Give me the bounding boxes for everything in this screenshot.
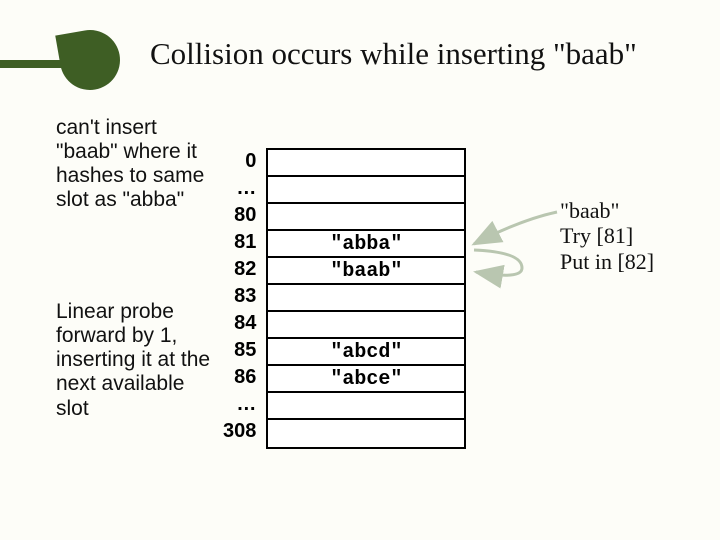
idx: 82 xyxy=(234,256,256,283)
step-try: Try [81] xyxy=(560,223,710,248)
index-column: 0 … 80 81 82 83 84 85 86 … 308 xyxy=(223,148,266,449)
table-row xyxy=(268,177,464,204)
idx: 0 xyxy=(245,148,256,175)
table-row xyxy=(268,393,464,420)
hash-table-diagram: 0 … 80 81 82 83 84 85 86 … 308 "abba" "b… xyxy=(223,148,466,449)
table-row xyxy=(268,204,464,231)
note-linear-probe: Linear probe forward by 1, inserting it … xyxy=(56,300,216,421)
insertion-steps: "baab" Try [81] Put in [82] xyxy=(560,198,710,274)
idx: 84 xyxy=(234,310,256,337)
slide-title: Collision occurs while inserting "baab" xyxy=(150,36,637,72)
table-row xyxy=(268,312,464,339)
idx: 86 xyxy=(234,364,256,391)
idx: 80 xyxy=(234,202,256,229)
idx: … xyxy=(236,391,256,418)
arrow-icon xyxy=(474,212,557,244)
table-row xyxy=(268,420,464,447)
table-row: "abce" xyxy=(268,366,464,393)
idx: 83 xyxy=(234,283,256,310)
idx: 308 xyxy=(223,418,256,445)
table-row: "abba" xyxy=(268,231,464,258)
table-row: "baab" xyxy=(268,258,464,285)
idx: 85 xyxy=(234,337,256,364)
arrow-icon xyxy=(474,250,522,275)
step-key: "baab" xyxy=(560,198,710,223)
accent-leaf xyxy=(55,25,125,95)
idx: … xyxy=(236,175,256,202)
table-row xyxy=(268,150,464,177)
value-column: "abba" "baab" "abcd" "abce" xyxy=(266,148,466,449)
table-row: "abcd" xyxy=(268,339,464,366)
idx: 81 xyxy=(234,229,256,256)
step-put: Put in [82] xyxy=(560,249,710,274)
table-row xyxy=(268,285,464,312)
note-cannot-insert: can't insert "baab" where it hashes to s… xyxy=(56,116,216,213)
